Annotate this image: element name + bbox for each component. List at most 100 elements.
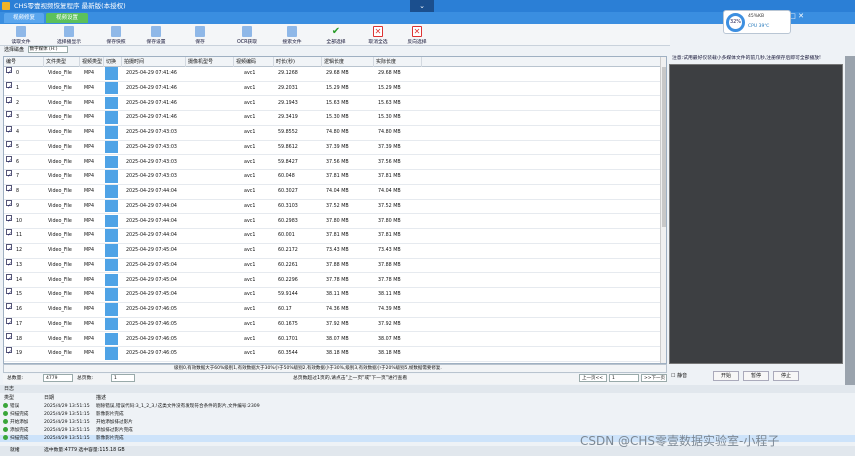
table-row[interactable]: 1 Video_File MP4 2025-04-29 07:41:46 avc1 29.… [4,81,660,97]
switch-cell[interactable] [105,273,118,287]
row-duration: 59.9144 [278,292,298,298]
row-checkbox[interactable] [6,228,12,243]
switch-cell[interactable] [105,185,118,198]
switch-cell[interactable] [105,244,118,257]
scroll-thumb[interactable] [662,67,666,227]
row-checkbox[interactable] [6,81,12,95]
col-logical-size[interactable]: 逻辑长度 [322,57,374,67]
col-actual-size[interactable]: 实际长度 [374,57,422,67]
table-scrollbar[interactable] [660,57,666,363]
switch-cell[interactable] [105,140,118,154]
table-row[interactable]: 18 Video_File MP4 2025-04-29 07:46:05 avc1 60… [4,332,660,348]
log-row[interactable]: 扫描完成 2025/4/29 13:51:15 影像影片完成 [0,411,855,418]
row-checkbox[interactable] [6,184,12,199]
switch-cell[interactable] [105,155,118,169]
col-video-type[interactable]: 视频类型 [80,57,104,67]
row-checkbox[interactable] [6,243,12,258]
row-checkbox[interactable] [6,125,12,140]
table-row[interactable]: 3 Video_File MP4 2025-04-29 07:41:46 avc1 29.… [4,110,660,126]
save-snapshot-button[interactable]: 保存快照 [97,25,135,45]
col-shoot-time[interactable]: 拍摄时间 [122,57,186,67]
table-row[interactable]: 6 Video_File MP4 2025-04-29 07:43:03 avc1 59.… [4,155,660,171]
switch-cell[interactable] [105,347,118,360]
switch-cell[interactable] [105,111,118,124]
table-row[interactable]: 13 Video_File MP4 2025-04-29 07:45:04 avc1 60… [4,258,660,274]
stop-button[interactable]: 停止 [773,371,799,381]
col-switch[interactable]: 切换 [104,57,122,67]
table-row[interactable]: 11 Video_File MP4 2025-04-29 07:44:04 avc1 60… [4,228,660,244]
table-row[interactable]: 10 Video_File MP4 2025-04-29 07:44:04 avc1 60… [4,214,660,230]
table-row[interactable]: 5 Video_File MP4 2025-04-29 07:43:03 avc1 59.… [4,140,660,156]
switch-cell[interactable] [105,199,118,213]
next-page-button[interactable]: >>下一页 [641,374,667,382]
log-row[interactable]: 开始添加 2025/4/29 13:51:15 开始添加排过影片 [0,419,855,426]
pause-button[interactable]: 暂停 [743,371,769,381]
row-checkbox[interactable] [6,96,12,110]
switch-cell[interactable] [105,126,118,139]
page-input[interactable]: 1 [609,374,639,382]
tab-video-repair[interactable]: 视频修复 [4,13,44,23]
switch-cell[interactable] [105,303,118,316]
select-all-button[interactable]: ✔ 全部选择 [317,25,355,45]
row-checkbox[interactable] [6,287,12,302]
search-file-button[interactable]: 搜索文件 [273,25,311,45]
col-duration[interactable]: 时长(秒) [274,57,322,67]
ocr-button[interactable]: OCR获取 [228,25,266,45]
switch-cell[interactable] [105,81,118,95]
row-checkbox[interactable] [6,66,12,81]
row-checkbox[interactable] [6,317,12,331]
col-file-type[interactable]: 文件类型 [44,57,80,67]
log-row[interactable]: 错误 2025/4/29 13:51:15 剔除错误,错误代码:3_1_2_3,!这… [0,403,855,410]
row-checkbox[interactable] [6,332,12,346]
save-button[interactable]: 保存 [181,25,219,45]
switch-cell[interactable] [105,288,118,301]
table-row[interactable]: 16 Video_File MP4 2025-04-29 07:46:05 avc1 60… [4,302,660,318]
table-row[interactable]: 7 Video_File MP4 2025-04-29 07:43:03 avc1 60.… [4,169,660,185]
preview-button[interactable]: 选择播显示 [50,25,88,45]
invert-selection-button[interactable]: ✕ 反向选择 [398,25,436,45]
switch-cell[interactable] [105,258,118,272]
row-checkbox[interactable] [6,273,12,287]
table-row[interactable]: 0 Video_File MP4 2025-04-29 07:41:46 avc1 29.… [4,66,660,82]
switch-cell[interactable] [105,332,118,346]
row-codec: avc1 [244,321,256,327]
row-checkbox[interactable] [6,199,12,213]
save-settings-button[interactable]: 保存设置 [137,25,175,45]
row-checkbox[interactable] [6,214,12,228]
disk-combo[interactable]: 数字媒体 (H:) [27,46,68,53]
switch-cell[interactable] [105,229,118,242]
col-codec[interactable]: 视频编码 [234,57,274,67]
row-checkbox[interactable] [6,169,12,184]
start-button[interactable]: 开始 [713,371,739,381]
row-checkbox[interactable] [6,346,12,361]
table-row[interactable]: 4 Video_File MP4 2025-04-29 07:43:03 avc1 59.… [4,125,660,141]
row-checkbox[interactable] [6,140,12,154]
row-checkbox[interactable] [6,258,12,272]
row-logical-size: 29.68 MB [326,71,349,76]
row-checkbox[interactable] [6,155,12,169]
deselect-all-button[interactable]: ✕ 取消全选 [359,25,397,45]
page-hint: 总页数超过1页的,请点击"上一页"或"下一页"进行查看 [293,376,408,381]
switch-cell[interactable] [105,67,118,80]
row-checkbox[interactable] [6,110,12,125]
table-row[interactable]: 12 Video_File MP4 2025-04-29 07:45:04 avc1 60… [4,243,660,259]
read-file-button[interactable]: 读取文件 [2,25,40,45]
table-row[interactable]: 14 Video_File MP4 2025-04-29 07:45:04 avc1 60… [4,273,660,289]
disk-selector: 选择磁盘 数字媒体 (H:) [4,46,68,55]
table-row[interactable]: 19 Video_File MP4 2025-04-29 07:46:05 avc1 60… [4,346,660,362]
switch-cell[interactable] [105,317,118,331]
mute-checkbox[interactable]: ☐ 静音 [671,372,687,379]
prev-page-button[interactable]: 上一页<< [579,374,607,382]
table-row[interactable]: 17 Video_File MP4 2025-04-29 07:46:05 avc1 60… [4,317,660,333]
switch-cell[interactable] [105,96,118,110]
switch-cell[interactable] [105,214,118,228]
table-row[interactable]: 15 Video_File MP4 2025-04-29 07:45:04 avc1 59… [4,287,660,303]
table-row[interactable]: 8 Video_File MP4 2025-04-29 07:44:04 avc1 60.… [4,184,660,200]
table-row[interactable]: 2 Video_File MP4 2025-04-29 07:41:46 avc1 29.… [4,96,660,112]
col-camera-model[interactable]: 摄像机型号 [186,57,234,67]
table-row[interactable]: 9 Video_File MP4 2025-04-29 07:44:04 avc1 60.… [4,199,660,215]
row-checkbox[interactable] [6,302,12,317]
switch-cell[interactable] [105,170,118,183]
tab-video-settings[interactable]: 视频设置 [46,13,88,23]
menu-dropdown-button[interactable]: ⌄ [410,0,434,12]
